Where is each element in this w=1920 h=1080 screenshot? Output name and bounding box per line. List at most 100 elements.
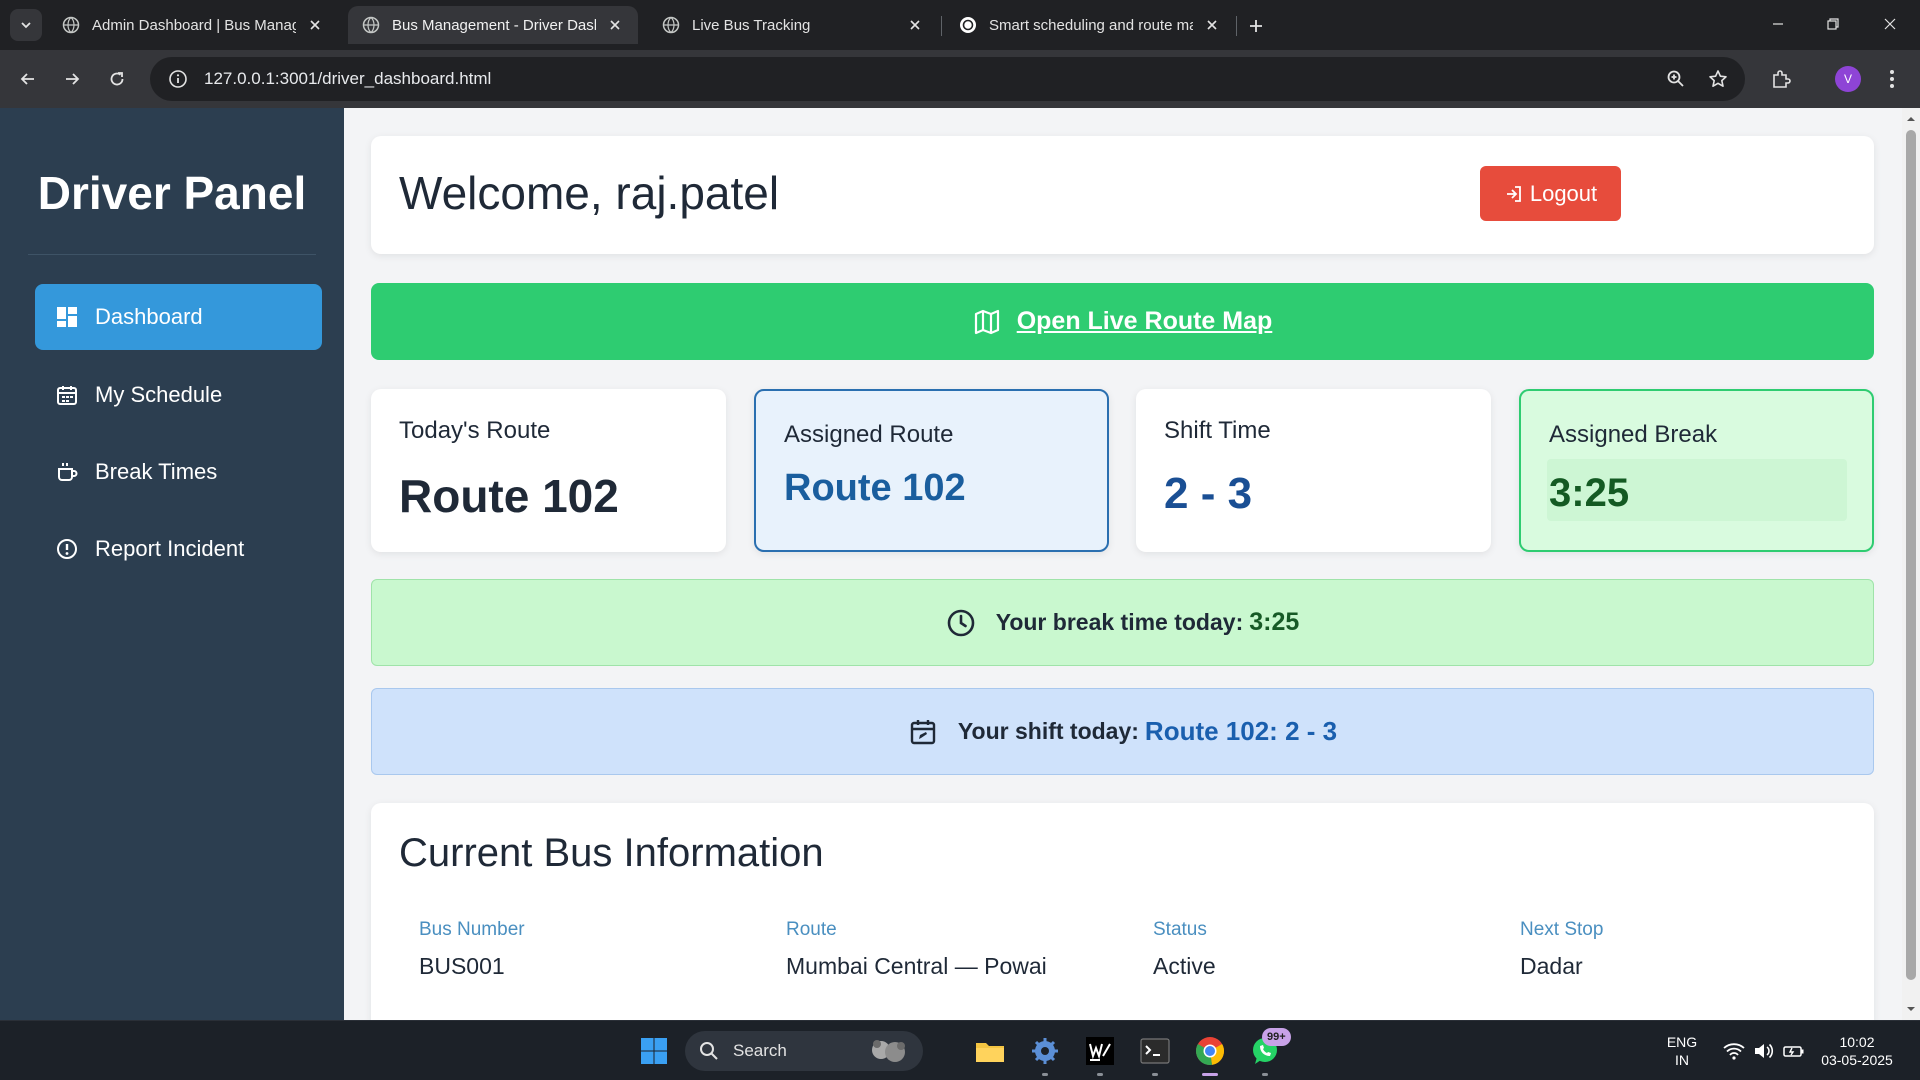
zoom-button[interactable] [1661, 64, 1691, 94]
bus-info-title: Current Bus Information [399, 831, 824, 875]
forward-button[interactable] [56, 63, 88, 95]
field-value: Active [1153, 953, 1216, 979]
sidebar-item-dashboard[interactable]: Dashboard [35, 284, 322, 350]
break-time-prefix: Your break time today: [995, 609, 1244, 635]
new-tab-button[interactable] [1242, 12, 1270, 40]
tab-smart-scheduling[interactable]: Smart scheduling and route management [945, 6, 1235, 44]
field-value: Mumbai Central — Powai [786, 953, 1047, 979]
back-button[interactable] [12, 63, 44, 95]
alert-circle-icon [55, 537, 79, 561]
break-time-value: 3:25 [1249, 608, 1300, 636]
chrome-icon [1195, 1037, 1225, 1066]
stat-card-shift-time: Shift Time 2 - 3 [1136, 389, 1491, 552]
url-text[interactable]: 127.0.0.1:3001/driver_dashboard.html [204, 69, 491, 89]
terminal-icon [1140, 1038, 1170, 1064]
open-live-route-map-button[interactable]: Open Live Route Map [371, 283, 1874, 360]
coffee-icon [55, 460, 79, 484]
star-icon [1709, 70, 1727, 87]
welcome-card: Welcome, raj.patel Logout [371, 136, 1874, 254]
profile-avatar[interactable]: V [1835, 66, 1861, 92]
reload-button[interactable] [101, 63, 133, 95]
main-content: Welcome, raj.patel Logout Open Live Rout… [344, 108, 1902, 1020]
sidebar-item-report-incident[interactable]: Report Incident [35, 516, 322, 582]
windows-icon [641, 1038, 667, 1064]
globe-icon [62, 16, 80, 34]
clock-time: 10:02 [1839, 1034, 1875, 1050]
close-icon[interactable] [1203, 16, 1221, 34]
calendar-icon [55, 383, 79, 407]
clock-date: 03-05-2025 [1821, 1052, 1893, 1068]
close-window-button[interactable] [1868, 8, 1912, 40]
stat-value: 2 - 3 [1164, 469, 1253, 518]
shift-prefix: Your shift today: [957, 718, 1139, 744]
extensions-button[interactable] [1765, 63, 1797, 95]
tab-driver-dashboard[interactable]: Bus Management - Driver Dashboard [348, 6, 638, 44]
shift-value: Route 102: 2 - 3 [1144, 716, 1338, 746]
start-button[interactable] [634, 1031, 674, 1071]
restore-icon [1827, 18, 1839, 30]
zoom-icon [1667, 70, 1684, 87]
scroll-up-icon[interactable] [1902, 112, 1920, 126]
folder-icon [976, 1043, 1004, 1062]
logout-icon [1504, 183, 1526, 205]
close-icon[interactable] [906, 16, 924, 34]
site-info-button[interactable] [156, 57, 200, 101]
system-tray-status[interactable] [1714, 1031, 1814, 1071]
sidebar-item-my-schedule[interactable]: My Schedule [35, 362, 322, 428]
globe-icon [362, 16, 380, 34]
sidebar-item-label: Break Times [95, 459, 218, 484]
sidebar-item-break-times[interactable]: Break Times [35, 439, 322, 505]
chrome-app-button[interactable] [1190, 1031, 1230, 1071]
running-indicator [1152, 1073, 1158, 1076]
tab-search-button[interactable] [10, 9, 42, 41]
arrow-left-icon [20, 73, 34, 85]
logout-label: Logout [1529, 180, 1598, 206]
stat-label: Today's Route [399, 417, 551, 444]
settings-app-button[interactable] [1025, 1031, 1065, 1071]
dashboard-icon [55, 305, 79, 329]
reload-icon [110, 72, 124, 86]
welcome-heading: Welcome, raj.patel [399, 167, 780, 219]
restore-button[interactable] [1811, 8, 1855, 40]
windows-taskbar: Search 99+ ENG IN 10:02 03-05-2025 [0, 1020, 1920, 1080]
tab-title: Smart scheduling and route management [989, 16, 1193, 34]
open-live-route-map-link[interactable]: Open Live Route Map [1017, 307, 1273, 336]
field-label: Bus Number [419, 919, 525, 940]
webstorm-app-button[interactable] [1080, 1031, 1120, 1071]
map-icon [973, 307, 1003, 337]
scroll-down-icon[interactable] [1902, 1002, 1920, 1016]
region-code: IN [1675, 1052, 1689, 1068]
stat-card-assigned-break: Assigned Break 3:25 [1519, 389, 1874, 552]
browser-menu-button[interactable] [1876, 63, 1908, 95]
field-label: Next Stop [1520, 919, 1604, 940]
file-explorer-button[interactable] [970, 1031, 1010, 1071]
terminal-app-button[interactable] [1135, 1031, 1175, 1071]
field-bus-number: Bus Number BUS001 [419, 919, 525, 980]
tab-live-bus-tracking[interactable]: Live Bus Tracking [648, 6, 938, 44]
tab-admin-dashboard[interactable]: Admin Dashboard | Bus Management [48, 6, 338, 44]
plus-icon [1250, 20, 1262, 32]
gear-icon [1032, 1038, 1058, 1064]
chatgpt-icon [960, 17, 976, 33]
sidebar-divider [28, 254, 316, 255]
scrollbar-thumb[interactable] [1906, 130, 1916, 980]
more-vertical-icon [1890, 70, 1894, 88]
running-indicator-active [1202, 1073, 1218, 1076]
close-icon[interactable] [606, 16, 624, 34]
page-scrollbar[interactable] [1902, 108, 1920, 1020]
break-time-alert: Your break time today: 3:25 [371, 579, 1874, 666]
minimize-button[interactable] [1756, 8, 1800, 40]
running-indicator [1262, 1073, 1268, 1076]
code-editor-icon [1086, 1037, 1114, 1065]
address-bar[interactable]: 127.0.0.1:3001/driver_dashboard.html [150, 57, 1745, 101]
search-highlight-icon [872, 1040, 905, 1062]
language-indicator[interactable]: ENG IN [1662, 1033, 1702, 1069]
clock[interactable]: 10:02 03-05-2025 [1812, 1033, 1902, 1069]
sidebar-item-label: My Schedule [95, 382, 223, 407]
tab-title: Admin Dashboard | Bus Management [92, 16, 296, 34]
field-label: Status [1153, 919, 1207, 940]
close-icon[interactable] [306, 16, 324, 34]
bookmark-button[interactable] [1703, 64, 1733, 94]
logout-button[interactable]: Logout [1480, 166, 1621, 221]
taskbar-search[interactable]: Search [685, 1031, 923, 1071]
